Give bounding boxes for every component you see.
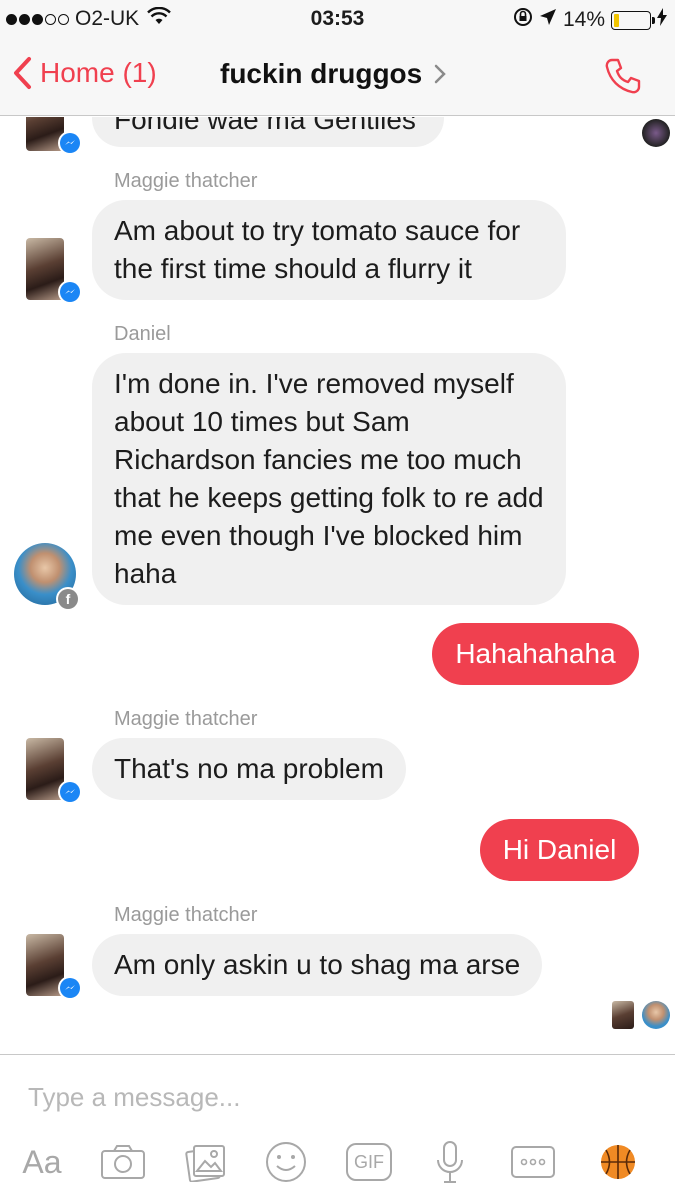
composer: Aa GIF [0,1054,675,1200]
gallery-icon[interactable] [182,1137,230,1187]
avatar-daniel[interactable]: f [14,543,80,611]
back-label: Home (1) [40,57,157,88]
microphone-icon[interactable] [428,1137,472,1187]
rotation-lock-icon [513,7,533,33]
status-right: 14% [513,7,667,33]
conversation-title[interactable]: fuckin druggos [220,58,447,90]
seen-avatar-maggie [612,1001,634,1029]
read-receipt-avatar [642,119,670,147]
seen-avatar-daniel [642,1001,670,1029]
location-icon [539,8,557,32]
messenger-badge-icon [58,780,82,804]
message-bubble[interactable]: I'm done in. I've removed myself about 1… [92,353,566,605]
message-text: Hahahahaha [455,638,616,669]
sender-name: Maggie thatcher [114,708,258,730]
status-bar: O2-UK 03:53 14% [0,0,675,38]
basketball-icon[interactable] [596,1137,640,1187]
sender-name: Maggie thatcher [114,904,258,926]
sender-name: Maggie thatcher [114,170,258,192]
outgoing-message-bubble[interactable]: Hi Daniel [480,819,639,881]
text-tool-label: Aa [22,1143,62,1180]
message-input[interactable] [28,1077,628,1117]
emoji-icon[interactable] [262,1137,310,1187]
chevron-left-icon [14,57,31,89]
back-button[interactable]: Home (1) [12,56,157,90]
message-text: I'm done in. I've removed myself about 1… [114,368,544,589]
charging-icon [657,8,667,32]
gif-label: GIF [346,1143,392,1181]
navigation-bar: Home (1) fuckin druggos [0,38,675,116]
more-icon[interactable] [508,1137,558,1187]
message-text: Hi Daniel [502,834,617,865]
chevron-right-icon [434,64,447,84]
camera-icon[interactable] [98,1137,148,1187]
facebook-badge-icon: f [56,587,80,611]
outgoing-message-bubble[interactable]: Hahahahaha [432,623,639,685]
messenger-badge-icon [58,976,82,1000]
text-icon[interactable]: Aa [16,1137,68,1187]
messenger-badge-icon [58,131,82,155]
battery-icon [611,10,655,30]
battery-percent: 14% [562,8,605,31]
message-text: That's no ma problem [114,753,384,784]
message-text: Fondle wae ma Gentiles [114,117,416,135]
message-text: Am only askin u to shag ma arse [114,949,521,980]
battery-fill [614,13,619,27]
message-list[interactable]: Fondle wae ma Gentiles Maggie thatcher A… [0,117,675,1054]
gif-icon[interactable]: GIF [344,1137,394,1187]
call-button[interactable] [603,56,643,101]
avatar-maggie[interactable] [26,117,82,155]
message-bubble[interactable]: Am only askin u to shag ma arse [92,934,543,996]
phone-icon [605,58,641,94]
avatar-maggie[interactable] [26,238,82,304]
avatar-maggie[interactable] [26,934,82,1000]
composer-toolbar: Aa GIF [0,1137,675,1191]
message-bubble[interactable]: Am about to try tomato sauce for the fir… [92,200,566,300]
sender-name: Daniel [114,323,171,345]
message-text: Am about to try tomato sauce for the fir… [114,215,521,284]
messenger-badge-icon [58,280,82,304]
message-bubble[interactable]: That's no ma problem [92,738,406,800]
avatar-maggie[interactable] [26,738,82,804]
conversation-name: fuckin druggos [220,58,423,89]
message-bubble[interactable]: Fondle wae ma Gentiles [92,117,444,147]
